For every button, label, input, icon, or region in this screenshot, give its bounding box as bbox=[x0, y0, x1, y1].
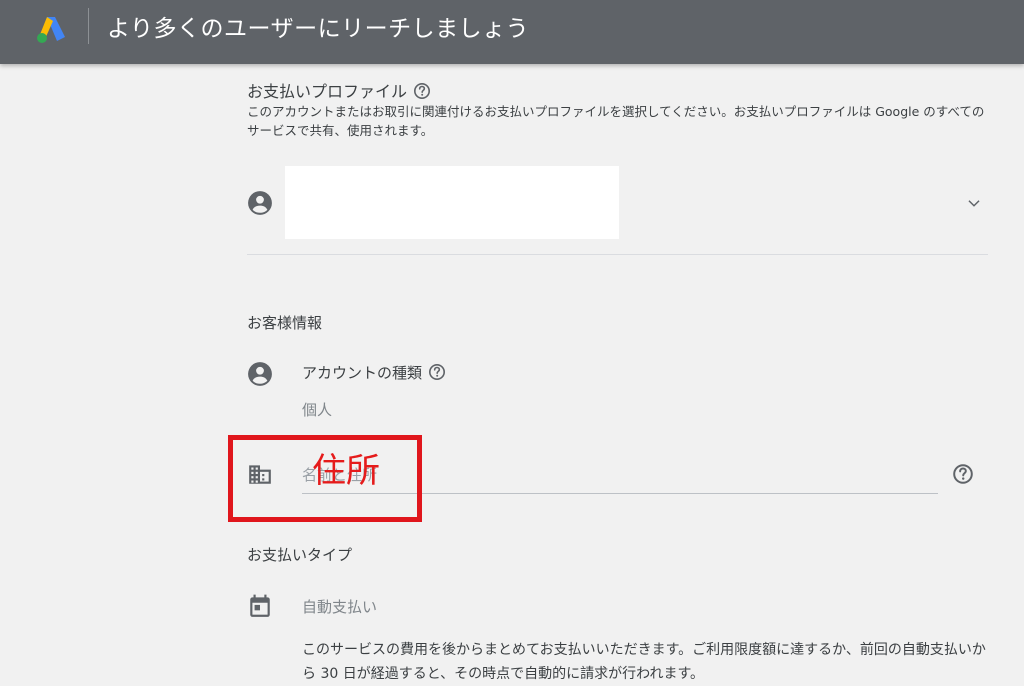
help-icon[interactable] bbox=[952, 463, 974, 485]
payment-profile-select[interactable] bbox=[247, 162, 988, 255]
payment-type-value: 自動支払い bbox=[302, 598, 378, 616]
account-type-label: アカウントの種類 bbox=[302, 362, 446, 383]
redacted-profile-name bbox=[285, 166, 619, 239]
payment-type-description: このサービスの費用を後からまとめてお支払いいただきます。ご利用限度額に達するか、… bbox=[302, 642, 986, 682]
payment-profile-description: このアカウントまたはお取引に関連付けるお支払いプロファイルを選択してください。お… bbox=[247, 104, 985, 138]
account-circle-icon bbox=[248, 191, 272, 215]
app-header: より多くのユーザーにリーチしましょう bbox=[0, 0, 1024, 64]
chevron-down-icon[interactable] bbox=[963, 192, 985, 214]
customer-info-heading: お客様情報 bbox=[247, 314, 323, 332]
help-icon[interactable] bbox=[428, 363, 446, 381]
calendar-icon bbox=[250, 594, 270, 617]
account-type-value: 個人 bbox=[302, 401, 333, 419]
account-type-text: アカウントの種類 bbox=[302, 364, 423, 382]
help-icon[interactable] bbox=[413, 82, 431, 100]
header-divider bbox=[88, 8, 89, 44]
google-ads-logo[interactable] bbox=[34, 13, 68, 47]
payment-type-heading: お支払いタイプ bbox=[247, 546, 353, 564]
payment-profile-heading: お支払いプロファイル bbox=[247, 78, 431, 102]
page-title: より多くのユーザーにリーチしましょう bbox=[107, 16, 530, 42]
account-circle-icon bbox=[248, 362, 272, 386]
payment-profile-title: お支払いプロファイル bbox=[247, 82, 408, 101]
annotation-label: 住所 bbox=[312, 451, 380, 491]
